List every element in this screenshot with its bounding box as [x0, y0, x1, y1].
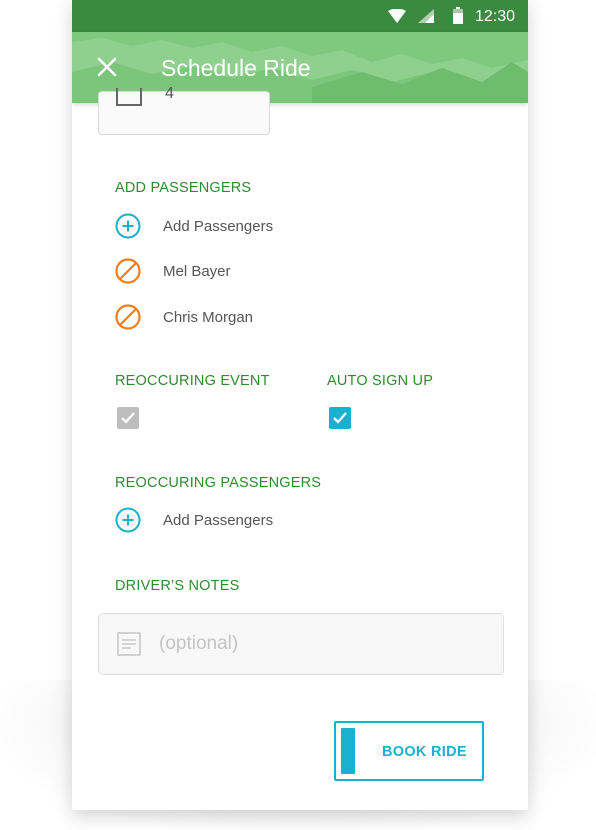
add-passengers-label: ADD PASSENGERS [115, 180, 252, 196]
status-bar: 12:30 [72, 0, 528, 32]
drivers-notes-input[interactable] [157, 628, 481, 660]
remove-icon[interactable] [115, 304, 141, 330]
passenger-name: Mel Bayer [163, 262, 231, 280]
auto-sign-up-checkbox[interactable] [329, 407, 351, 429]
button-accent-bar [341, 728, 355, 774]
add-circle-icon [115, 507, 141, 533]
passenger-row: Chris Morgan [115, 303, 253, 331]
add-circle-icon [115, 213, 141, 239]
reoccuring-event-checkbox[interactable] [117, 407, 139, 429]
seat-icon [116, 88, 142, 106]
add-reoccuring-passenger-button[interactable]: Add Passengers [115, 506, 273, 534]
drivers-notes-field[interactable] [98, 613, 504, 675]
seats-value: 4 [165, 85, 174, 102]
reoccuring-event-label: REOCCURING EVENT [115, 373, 270, 389]
add-passenger-label: Add Passengers [163, 217, 274, 235]
notes-icon [117, 632, 141, 656]
remove-icon[interactable] [115, 258, 141, 284]
seats-field[interactable]: 4 [98, 85, 270, 135]
add-reoccuring-passenger-label: Add Passengers [163, 511, 274, 529]
drivers-notes-label: DRIVER’S NOTES [115, 578, 240, 594]
phone-screen: 12:30 Schedule Ride 4 ADD PASSENGERS Add… [72, 0, 528, 810]
passenger-row: Mel Bayer [115, 257, 231, 285]
wifi-icon [388, 9, 406, 23]
add-passenger-button[interactable]: Add Passengers [115, 212, 273, 240]
page-title: Schedule Ride [161, 55, 311, 81]
close-icon[interactable] [94, 54, 120, 80]
signal-icon [418, 9, 434, 23]
check-icon [121, 412, 135, 424]
reoccuring-passengers-label: REOCCURING PASSENGERS [115, 475, 322, 491]
check-icon [333, 412, 347, 424]
battery-icon [453, 7, 463, 24]
book-ride-label: BOOK RIDE [382, 744, 467, 760]
book-ride-button[interactable]: BOOK RIDE [334, 721, 484, 781]
passenger-name: Chris Morgan [163, 308, 254, 326]
status-time: 12:30 [474, 8, 515, 25]
form-content: 4 ADD PASSENGERS Add Passengers Mel Baye… [72, 85, 528, 810]
auto-sign-up-label: AUTO SIGN UP [327, 373, 434, 389]
